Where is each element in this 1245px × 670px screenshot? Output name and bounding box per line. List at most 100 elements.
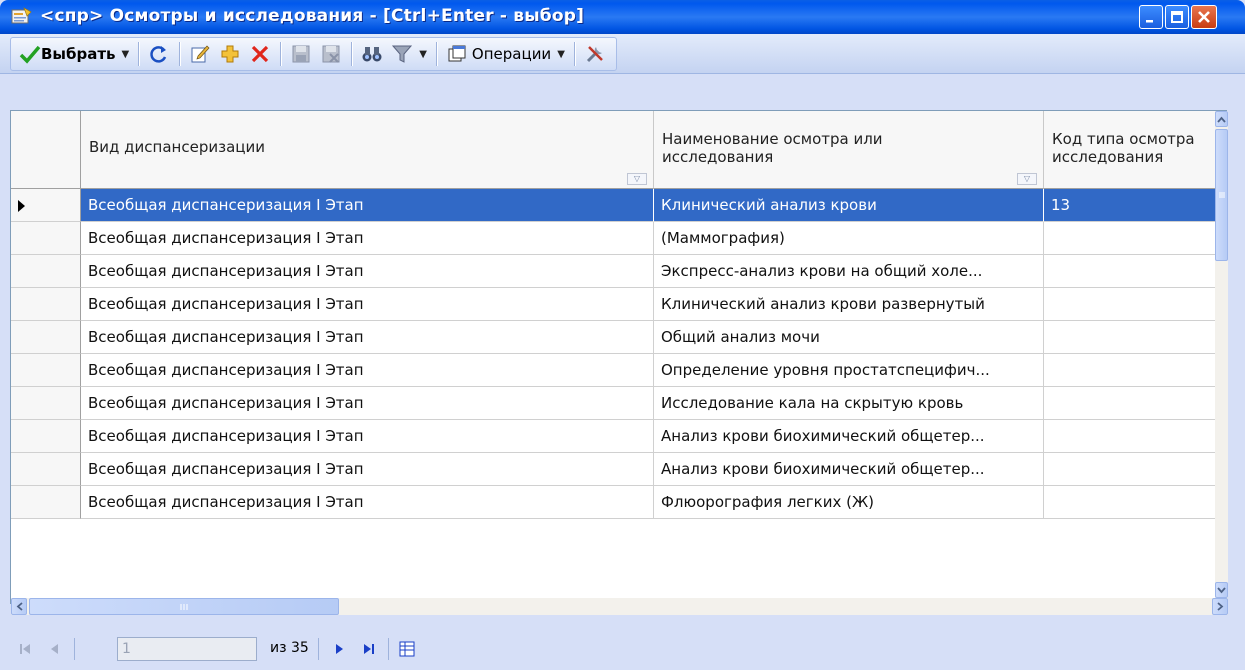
row-header[interactable]	[11, 189, 81, 222]
vertical-scroll-thumb[interactable]	[1215, 129, 1228, 261]
operations-dropdown-arrow-icon[interactable]: ▼	[557, 49, 565, 60]
filter-icon	[392, 45, 413, 63]
delete-button[interactable]	[245, 40, 275, 68]
find-button[interactable]	[357, 40, 387, 68]
filter-arrow-icon[interactable]: ▽	[627, 173, 647, 185]
table-row[interactable]: Всеобщая диспансеризация I Этап Определен…	[11, 354, 1215, 387]
last-page-button[interactable]	[356, 638, 382, 660]
cell-code[interactable]	[1044, 222, 1215, 255]
cell-name[interactable]: Клинический анализ крови развернутый	[654, 288, 1044, 321]
cell-name[interactable]: (Маммография)	[654, 222, 1044, 255]
cell-code[interactable]	[1044, 486, 1215, 519]
scroll-up-button[interactable]	[1215, 111, 1228, 127]
app-window: <спр> Осмотры и исследования - [Ctrl+Ent…	[0, 0, 1245, 670]
row-header[interactable]	[11, 387, 81, 420]
title-bar[interactable]: <спр> Осмотры и исследования - [Ctrl+Ent…	[0, 0, 1245, 34]
page-number-input[interactable]	[117, 637, 257, 661]
table-row[interactable]: Всеобщая диспансеризация I Этап Исследова…	[11, 387, 1215, 420]
cell-type[interactable]: Всеобщая диспансеризация I Этап	[81, 420, 654, 453]
filter-button[interactable]: ▼	[387, 40, 431, 68]
cell-type[interactable]: Всеобщая диспансеризация I Этап	[81, 486, 654, 519]
refresh-icon	[150, 46, 167, 63]
checkmark-icon	[19, 45, 41, 64]
cancel-save-icon	[322, 45, 340, 63]
table-row[interactable]: Всеобщая диспансеризация I Этап Клиническ…	[11, 288, 1215, 321]
refresh-button[interactable]	[144, 40, 174, 68]
cell-name[interactable]: Флюорография легких (Ж)	[654, 486, 1044, 519]
row-header[interactable]	[11, 420, 81, 453]
edit-button[interactable]	[185, 40, 215, 68]
cell-type[interactable]: Всеобщая диспансеризация I Этап	[81, 321, 654, 354]
table-row[interactable]: Всеобщая диспансеризация I Этап Флюорогра…	[11, 486, 1215, 519]
column-header-code[interactable]: Код типа осмотра исследования	[1044, 111, 1215, 189]
page-count-label: из 35	[270, 640, 309, 656]
cell-code[interactable]	[1044, 288, 1215, 321]
operations-button[interactable]: Операции ▼	[442, 40, 569, 68]
cell-type[interactable]: Всеобщая диспансеризация I Этап	[81, 255, 654, 288]
cell-name[interactable]: Общий анализ мочи	[654, 321, 1044, 354]
filter-arrow-icon[interactable]: ▽	[1017, 173, 1037, 185]
horizontal-scrollbar[interactable]	[11, 598, 1228, 615]
minimize-button[interactable]	[1139, 5, 1163, 29]
add-button[interactable]	[215, 40, 245, 68]
navigator-separator	[74, 638, 75, 660]
scroll-down-button[interactable]	[1215, 582, 1228, 598]
first-page-icon	[20, 644, 30, 654]
close-button[interactable]	[1191, 5, 1217, 29]
cell-name[interactable]: Клинический анализ крови	[654, 189, 1044, 222]
cell-code[interactable]	[1044, 354, 1215, 387]
select-dropdown-arrow-icon[interactable]: ▼	[122, 49, 130, 60]
row-header[interactable]	[11, 486, 81, 519]
save-button	[286, 40, 316, 68]
table-row[interactable]: Всеобщая диспансеризация I Этап (Маммогра…	[11, 222, 1215, 255]
first-page-button[interactable]	[12, 638, 38, 660]
cell-type[interactable]: Всеобщая диспансеризация I Этап	[81, 354, 654, 387]
cell-name[interactable]: Определение уровня простатспецифич...	[654, 354, 1044, 387]
table-row[interactable]: Всеобщая диспансеризация I Этап Экспресс-…	[11, 255, 1215, 288]
cell-name[interactable]: Анализ крови биохимический общетер...	[654, 420, 1044, 453]
tools-button[interactable]	[580, 40, 610, 68]
select-button[interactable]: Выбрать ▼	[15, 40, 133, 68]
cell-type[interactable]: Всеобщая диспансеризация I Этап	[81, 222, 654, 255]
cell-code[interactable]	[1044, 255, 1215, 288]
cell-name[interactable]: Анализ крови биохимический общетер...	[654, 453, 1044, 486]
scroll-right-button[interactable]	[1212, 598, 1228, 615]
cell-type[interactable]: Всеобщая диспансеризация I Этап	[81, 387, 654, 420]
cell-name[interactable]: Исследование кала на скрытую кровь	[654, 387, 1044, 420]
cell-type[interactable]: Всеобщая диспансеризация I Этап	[81, 189, 654, 222]
close-icon	[1198, 11, 1210, 23]
row-header[interactable]	[11, 354, 81, 387]
cell-code[interactable]	[1044, 321, 1215, 354]
cell-type[interactable]: Всеобщая диспансеризация I Этап	[81, 453, 654, 486]
column-header-type[interactable]: Вид диспансеризации ▽	[81, 111, 654, 189]
cell-code[interactable]	[1044, 453, 1215, 486]
grid-view-button[interactable]	[394, 638, 420, 660]
next-page-icon	[336, 644, 343, 654]
cell-code[interactable]: 13	[1044, 189, 1215, 222]
filter-dropdown-arrow-icon[interactable]: ▼	[419, 49, 427, 60]
tools-icon	[586, 46, 603, 63]
scroll-left-button[interactable]	[11, 598, 27, 615]
cell-name[interactable]: Экспресс-анализ крови на общий холе...	[654, 255, 1044, 288]
row-header[interactable]	[11, 255, 81, 288]
cancel-save-button	[316, 40, 346, 68]
column-header-label: Вид диспансеризации	[89, 138, 265, 156]
column-header-name[interactable]: Наименование осмотра или исследования ▽	[654, 111, 1044, 189]
row-header[interactable]	[11, 288, 81, 321]
previous-page-button[interactable]	[42, 638, 68, 660]
table-row[interactable]: Всеобщая диспансеризация I Этап Общий ана…	[11, 321, 1215, 354]
table-row[interactable]: Всеобщая диспансеризация I Этап Клиническ…	[11, 189, 1215, 222]
row-header[interactable]	[11, 453, 81, 486]
cell-type[interactable]: Всеобщая диспансеризация I Этап	[81, 288, 654, 321]
row-header[interactable]	[11, 222, 81, 255]
cell-code[interactable]	[1044, 420, 1215, 453]
next-page-button[interactable]	[326, 638, 352, 660]
cell-code[interactable]	[1044, 387, 1215, 420]
maximize-button[interactable]	[1165, 5, 1189, 29]
toolbar-strip: Выбрать ▼ ▼ Операции ▼	[10, 37, 617, 71]
row-header[interactable]	[11, 321, 81, 354]
table-row[interactable]: Всеобщая диспансеризация I Этап Анализ кр…	[11, 420, 1215, 453]
table-row[interactable]: Всеобщая диспансеризация I Этап Анализ кр…	[11, 453, 1215, 486]
vertical-scrollbar[interactable]	[1215, 111, 1228, 598]
horizontal-scroll-thumb[interactable]	[29, 598, 339, 615]
